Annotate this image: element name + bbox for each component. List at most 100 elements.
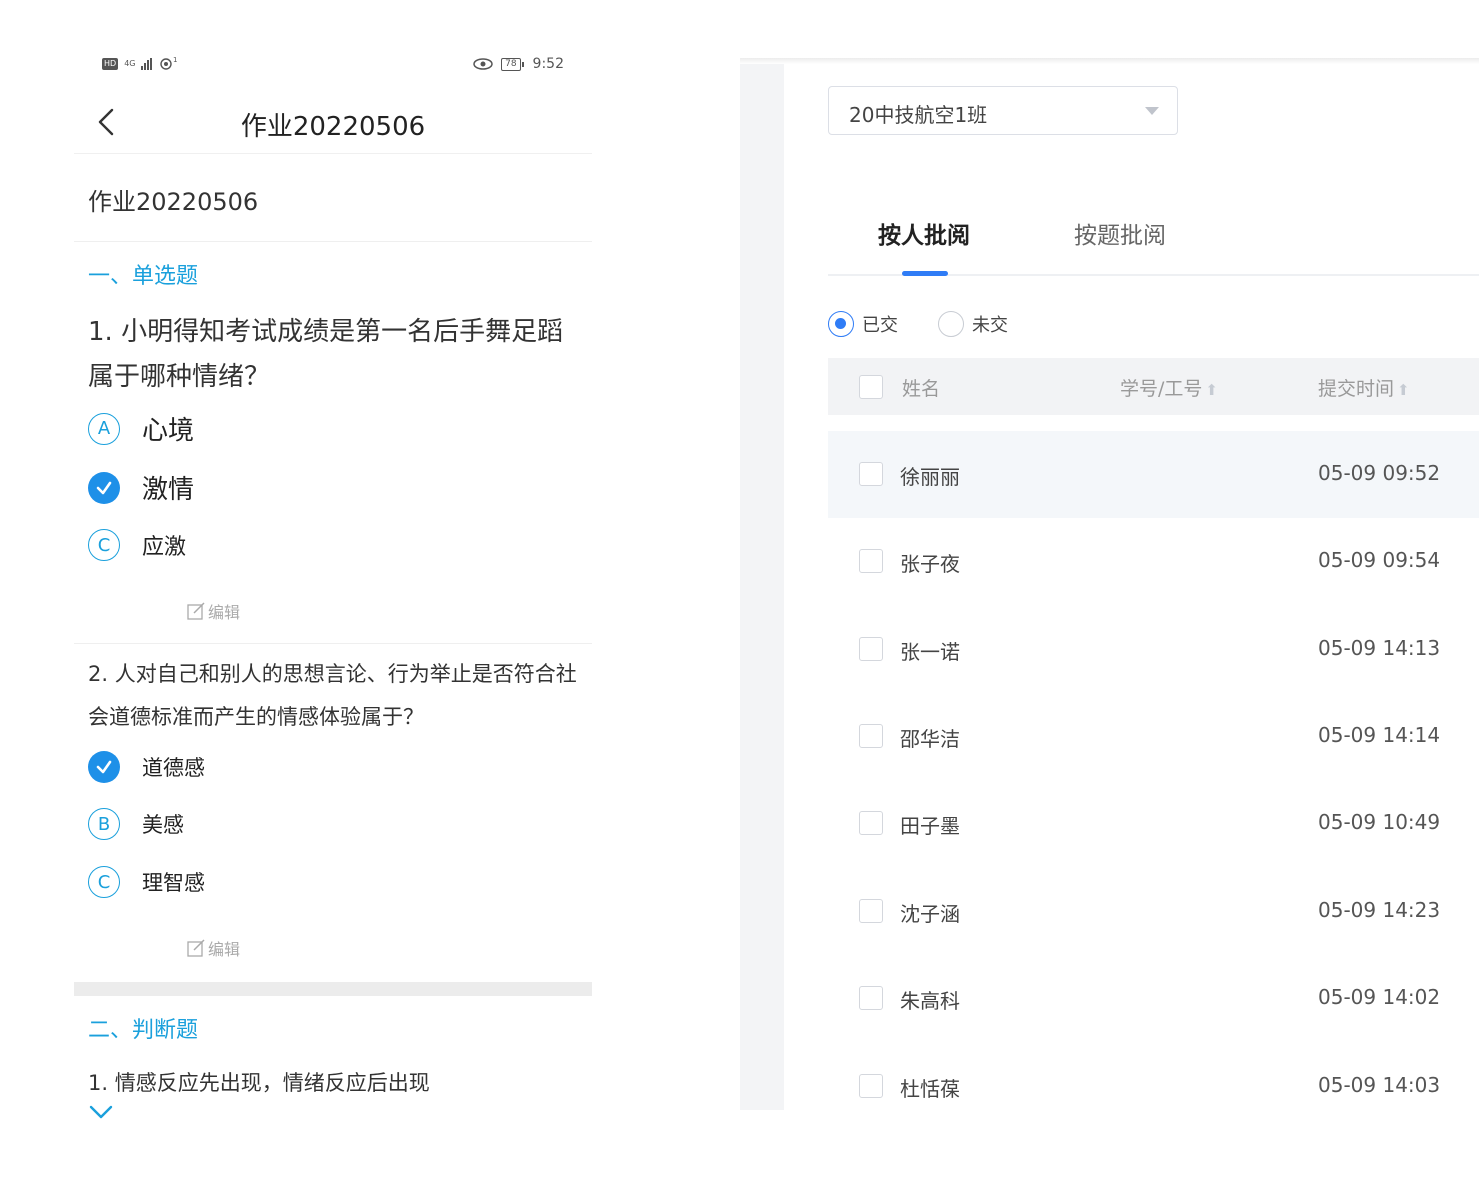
table-row[interactable]: 杜恬葆 05-09 14:03 [828,1043,1479,1110]
page-title: 作业20220506 [240,112,426,142]
row-checkbox[interactable] [859,986,883,1010]
filter-label: 未交 [972,315,1008,336]
homework-title: 作业20220506 [88,188,259,216]
divider [74,643,592,644]
student-name: 邵华洁 [900,727,960,751]
hotspot-icon: 1 [160,56,178,70]
edit-button[interactable]: 编辑 [186,599,240,623]
section-title-single-choice: 一、单选题 [88,264,199,289]
option-a-selected[interactable]: 道德感 [88,751,205,783]
column-id-label: 学号/工号 [1120,378,1203,400]
sort-arrow-icon: ⬆ [1205,381,1218,399]
question-text: 1. 小明得知考试成绩是第一名后手舞足蹈属于哪种情绪？ [88,317,564,392]
submit-time: 05-09 14:13 [1318,636,1441,660]
edit-icon [187,602,205,620]
row-checkbox[interactable] [859,724,883,748]
submit-time: 05-09 14:14 [1318,723,1441,747]
option-label: 理智感 [142,871,205,895]
svg-text:1: 1 [173,56,177,64]
hd-icon: HD [102,58,119,70]
edit-label: 编辑 [208,940,241,959]
student-name: 田子墨 [900,814,960,838]
submit-time: 05-09 09:52 [1318,461,1441,485]
table-row[interactable]: 朱高科 05-09 14:02 [828,955,1479,1042]
option-c[interactable]: C 应激 [88,529,186,561]
check-icon [88,751,120,783]
table-row[interactable]: 徐丽丽 05-09 09:52 [828,431,1479,518]
column-time[interactable]: 提交时间 ⬆ [1318,374,1410,401]
column-id[interactable]: 学号/工号 ⬆ [1120,374,1218,401]
student-name: 张子夜 [900,552,960,576]
select-all-checkbox[interactable] [859,375,883,399]
option-letter-b: B [88,808,120,840]
tab-by-student[interactable]: 按人批阅 [878,216,970,250]
table-row[interactable]: 张一诺 05-09 14:13 [828,606,1479,693]
eye-icon [473,58,493,70]
edit-label: 编辑 [208,603,241,622]
submit-time: 05-09 14:02 [1318,985,1441,1009]
class-select[interactable]: 20中技航空1班 [828,86,1178,135]
phone-homework-view: HD 4G 1 78 9:52 作业20220506 作业20220506 一、… [74,40,592,1140]
table-row[interactable]: 张子夜 05-09 09:54 [828,518,1479,605]
active-tab-indicator [902,271,948,276]
option-letter-a: A [88,412,120,445]
option-label: 激情 [142,475,195,505]
student-name: 沈子涵 [900,902,960,926]
review-tabs: 按人批阅 按题批阅 [828,208,1479,276]
battery-icon: 78 [501,57,525,71]
question-text: 2. 人对自己和别人的思想言论、行为举止是否符合社会道德标准而产生的情感体验属于… [88,662,577,729]
clock: 9:52 [532,56,564,72]
chevron-down-icon[interactable] [88,1102,114,1122]
grading-panel: 20中技航空1班 按人批阅 按题批阅 已交 未交 姓名 学号/工号 ⬆ 提交时间 ⬆… [740,58,1479,1110]
row-checkbox[interactable] [859,1074,883,1098]
filter-submitted[interactable]: 已交 [828,311,898,337]
table-header: 姓名 学号/工号 ⬆ 提交时间 ⬆ [828,358,1479,415]
section-title-true-false: 二、判断题 [88,1018,199,1043]
student-name: 朱高科 [900,989,960,1013]
submit-time: 05-09 09:54 [1318,548,1441,572]
table-row[interactable]: 田子墨 05-09 10:49 [828,780,1479,867]
option-c[interactable]: C 理智感 [88,866,205,898]
table-row[interactable]: 沈子涵 05-09 14:23 [828,868,1479,955]
divider [74,241,592,242]
sort-arrow-icon: ⬆ [1397,381,1410,399]
radio-checked-icon [828,311,854,337]
option-letter-c: C [88,866,120,898]
question-text: 1. 情感反应先出现，情绪反应后出现 [88,1071,430,1095]
sidebar-edge [740,58,784,1110]
edit-button[interactable]: 编辑 [186,936,240,960]
row-checkbox[interactable] [859,637,883,661]
network-type: 4G [124,59,136,68]
top-shadow [740,58,1479,64]
filter-not-submitted[interactable]: 未交 [938,311,1008,337]
nav-bar: 作业20220506 [74,92,592,154]
column-name: 姓名 [902,378,941,400]
edit-icon [187,939,205,957]
option-label: 心境 [142,416,195,446]
student-name: 杜恬葆 [900,1077,960,1101]
check-icon [88,471,120,504]
option-a[interactable]: A 心境 [88,410,194,447]
row-checkbox[interactable] [859,462,883,486]
option-b-selected[interactable]: 激情 [88,469,194,506]
status-bar: HD 4G 1 78 9:52 [74,54,592,78]
table-row[interactable]: 邵华洁 05-09 14:14 [828,693,1479,780]
option-letter-c: C [88,529,120,561]
column-time-label: 提交时间 [1318,378,1395,400]
row-checkbox[interactable] [859,811,883,835]
submission-filter: 已交 未交 [828,311,1008,337]
submit-time: 05-09 14:23 [1318,898,1441,922]
submit-time: 05-09 14:03 [1318,1073,1441,1097]
option-b[interactable]: B 美感 [88,808,184,840]
submit-time: 05-09 10:49 [1318,810,1441,834]
option-label: 道德感 [142,756,205,780]
row-checkbox[interactable] [859,899,883,923]
filter-label: 已交 [862,315,898,336]
signal-icon [141,58,153,70]
row-checkbox[interactable] [859,549,883,573]
section-separator [74,982,592,996]
tab-by-question[interactable]: 按题批阅 [1074,216,1166,250]
radio-unchecked-icon [938,311,964,337]
option-label: 应激 [142,535,187,560]
student-name: 张一诺 [900,640,960,664]
